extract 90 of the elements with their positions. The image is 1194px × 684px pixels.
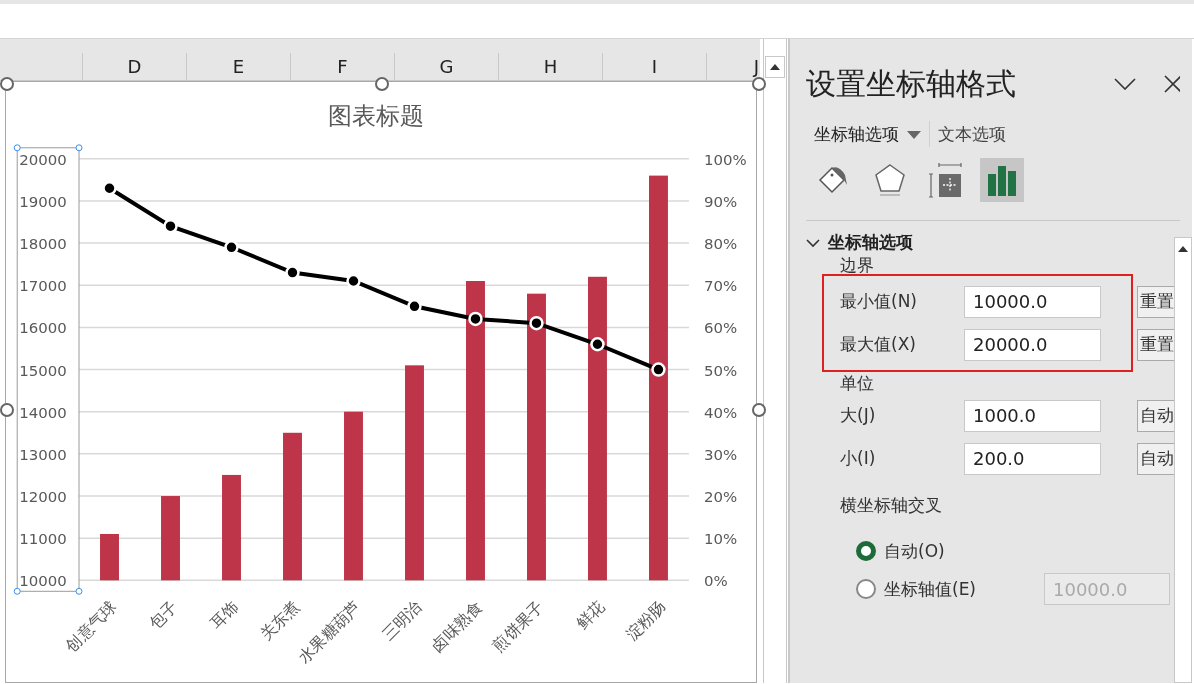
group-title: 边界 bbox=[840, 255, 874, 275]
input-field[interactable]: 200.0 bbox=[964, 442, 1101, 475]
chart-marker bbox=[590, 337, 605, 352]
close-icon[interactable] bbox=[1164, 75, 1180, 93]
scrollbar[interactable] bbox=[1174, 237, 1192, 683]
selection-handle[interactable] bbox=[75, 587, 83, 595]
scroll-up-icon[interactable] bbox=[770, 64, 780, 70]
options-tab[interactable]: 坐标轴选项 bbox=[806, 121, 929, 148]
axis-label: 12000 bbox=[19, 488, 67, 506]
dropdown-icon[interactable] bbox=[907, 130, 921, 139]
chart-bar bbox=[100, 533, 119, 581]
axis-label: 16000 bbox=[19, 319, 67, 338]
scroll-up-icon[interactable] bbox=[1178, 246, 1188, 252]
axis-label: 30% bbox=[703, 445, 738, 464]
axis-label: 80% bbox=[703, 235, 738, 254]
chart-marker bbox=[529, 315, 544, 331]
column-header[interactable]: I bbox=[651, 57, 658, 76]
axis-label: 20000 bbox=[19, 150, 67, 169]
chart-marker bbox=[285, 265, 300, 280]
column-header[interactable]: J bbox=[753, 57, 759, 76]
selection-handle[interactable] bbox=[75, 144, 83, 152]
category-label: 关东煮 bbox=[255, 596, 304, 644]
chevron-down-icon[interactable] bbox=[1114, 78, 1136, 90]
resize-handle[interactable] bbox=[0, 77, 14, 91]
column-header[interactable]: E bbox=[232, 57, 245, 76]
category-label: 煎饼果子 bbox=[488, 596, 548, 656]
axis-label: 18000 bbox=[19, 235, 67, 254]
axis-label: 70% bbox=[703, 277, 738, 296]
group-title: 单位 bbox=[840, 373, 874, 393]
axis-selection-frame[interactable] bbox=[16, 147, 80, 592]
axis-label: 100% bbox=[703, 150, 747, 169]
axis-label: 15000 bbox=[19, 361, 67, 380]
axis-label: 19000 bbox=[19, 192, 67, 211]
axis-label: 0% bbox=[703, 572, 728, 591]
axis-label: 17000 bbox=[19, 277, 67, 296]
axis-label: 50% bbox=[703, 361, 738, 380]
selection-handle[interactable] bbox=[13, 144, 21, 152]
column-header[interactable]: G bbox=[439, 57, 454, 76]
options-tab[interactable]: 文本选项 bbox=[930, 121, 1014, 148]
column-header[interactable]: F bbox=[337, 57, 348, 76]
axis-label: 60% bbox=[703, 319, 738, 338]
field-label: 最小值(N) bbox=[840, 290, 918, 313]
section-title: 坐标轴选项 bbox=[828, 231, 913, 254]
reset-button[interactable]: 重置 bbox=[1137, 285, 1177, 318]
reset-button[interactable]: 自动 bbox=[1137, 442, 1177, 475]
axis-label: 40% bbox=[703, 403, 738, 422]
radio-label: 自动(O) bbox=[884, 539, 946, 563]
chart-marker bbox=[468, 311, 483, 327]
input-field[interactable]: 1000.0 bbox=[964, 399, 1101, 432]
resize-handle[interactable] bbox=[0, 403, 14, 417]
category-label: 包子 bbox=[145, 596, 182, 633]
pane-title: 设置坐标轴格式 bbox=[806, 64, 1017, 103]
axis-label: 10000 bbox=[19, 572, 67, 591]
axis-label: 13000 bbox=[19, 445, 67, 464]
axis-label: 90% bbox=[703, 192, 738, 211]
category-label: 三明治 bbox=[377, 596, 426, 644]
radio-button[interactable] bbox=[856, 541, 876, 561]
category-label: 卤味熟食 bbox=[427, 596, 487, 656]
pentagon-icon bbox=[873, 162, 907, 198]
chart-title: 图表标题 bbox=[328, 101, 424, 130]
field-label: 大(J) bbox=[840, 404, 877, 427]
category-label: 淀粉肠 bbox=[621, 596, 670, 644]
field-label: 最大值(X) bbox=[840, 333, 917, 356]
bar-chart-icon bbox=[987, 164, 1017, 196]
chart-marker bbox=[224, 240, 239, 255]
input-field[interactable]: 10000.0 bbox=[964, 285, 1101, 318]
chart-marker bbox=[346, 273, 361, 289]
input-field[interactable]: 20000.0 bbox=[964, 328, 1101, 361]
axis-label: 14000 bbox=[19, 403, 67, 422]
radio-label: 坐标轴值(E) bbox=[884, 577, 977, 601]
column-header[interactable]: H bbox=[543, 57, 558, 76]
axis-label: 20% bbox=[703, 488, 738, 506]
chart-marker bbox=[102, 181, 117, 196]
scrollbar[interactable] bbox=[763, 39, 787, 683]
axis-label: 11000 bbox=[19, 530, 67, 549]
selection-handle[interactable] bbox=[13, 587, 21, 595]
axis-label: 10% bbox=[703, 530, 738, 549]
chart-marker bbox=[407, 299, 422, 314]
reset-button[interactable]: 重置 bbox=[1137, 328, 1177, 361]
size-properties-icon bbox=[929, 162, 963, 198]
column-header[interactable]: D bbox=[127, 57, 142, 76]
chart-marker bbox=[163, 218, 178, 234]
icon-tab[interactable] bbox=[980, 158, 1024, 202]
chart-marker bbox=[651, 362, 666, 377]
category-label: 鲜花 bbox=[572, 596, 609, 633]
field-label: 小(I) bbox=[840, 447, 877, 470]
group-title: 横坐标轴交叉 bbox=[840, 495, 942, 515]
category-label: 耳饰 bbox=[206, 596, 243, 633]
reset-button[interactable]: 自动 bbox=[1137, 399, 1177, 432]
category-label: 创意气球 bbox=[61, 596, 121, 656]
